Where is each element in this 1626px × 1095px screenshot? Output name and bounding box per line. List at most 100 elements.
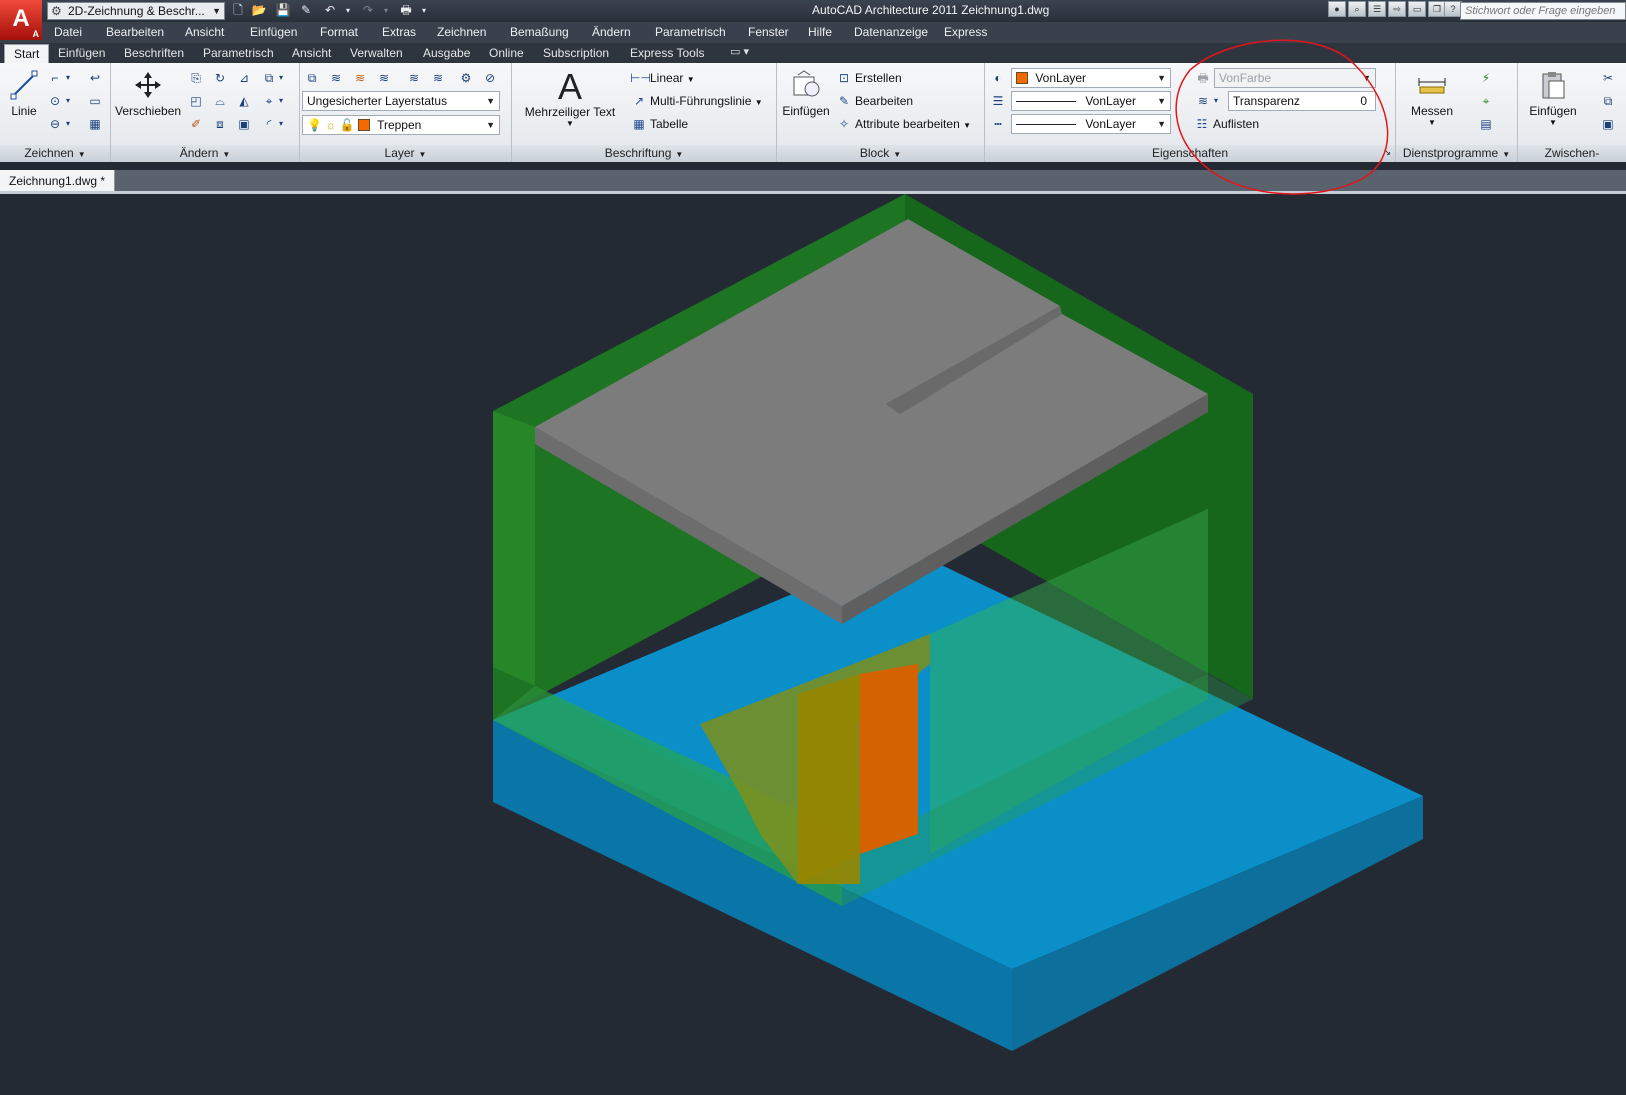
- search-icon[interactable]: ⌕: [1348, 1, 1366, 17]
- panel-title-dienstprogramme[interactable]: Dienstprogramme ▼: [1396, 145, 1517, 162]
- quick-access-dropdown-icon[interactable]: ▾: [416, 3, 432, 18]
- layer-off-icon[interactable]: ≋: [428, 68, 448, 88]
- panel-title-zwischenablage[interactable]: Zwischen-: [1518, 145, 1626, 162]
- dialog-launcher-icon[interactable]: ↘: [1383, 144, 1391, 161]
- panel-title-block[interactable]: Block ▼: [777, 145, 984, 162]
- array-icon[interactable]: ▣: [234, 114, 254, 134]
- tab-parametrisch[interactable]: Parametrisch: [203, 46, 274, 60]
- break-dropdown-icon[interactable]: ▾: [276, 91, 286, 111]
- layer-unlock-icon[interactable]: ⊘: [480, 68, 500, 88]
- save-as-icon[interactable]: ✎: [298, 3, 314, 18]
- help-search-input[interactable]: Stichwort oder Frage eingeben: [1460, 2, 1626, 20]
- transparency-slider[interactable]: Transparenz 0: [1228, 91, 1376, 111]
- favorites-icon[interactable]: ⇨: [1388, 1, 1406, 17]
- layer-state-dropdown[interactable]: Ungesicherter Layerstatus ▼: [302, 91, 500, 111]
- tab-online[interactable]: Online: [489, 46, 524, 60]
- table-button[interactable]: ▦ Tabelle: [630, 114, 688, 134]
- measure-button[interactable]: Messen ▼: [1402, 69, 1462, 127]
- spline-icon[interactable]: ↩: [85, 68, 105, 88]
- fillet-icon[interactable]: ⌓: [210, 91, 230, 111]
- tab-verwalten[interactable]: Verwalten: [350, 46, 403, 60]
- edit-attributes-button[interactable]: ✧ Attribute bearbeiten ▼: [835, 114, 971, 134]
- tab-ansicht[interactable]: Ansicht: [292, 46, 331, 60]
- chamfer-dropdown-icon[interactable]: ▾: [276, 114, 286, 134]
- menu-datenanzeige[interactable]: Datenanzeige: [854, 25, 928, 39]
- ellipse-dropdown-icon[interactable]: ▾: [63, 114, 73, 134]
- menu-format[interactable]: Format: [320, 25, 358, 39]
- rectangle-icon[interactable]: ▭: [85, 91, 105, 111]
- transparency-icon[interactable]: ≋: [1193, 91, 1213, 111]
- new-icon[interactable]: 🗋: [230, 3, 246, 18]
- redo-dropdown-icon[interactable]: ▾: [378, 3, 394, 18]
- ribbon-minimize-toggle[interactable]: ▭ ▾: [730, 45, 749, 58]
- redo-icon[interactable]: ↷: [360, 3, 376, 18]
- cut-icon[interactable]: ✂: [1598, 68, 1618, 88]
- minimize-icon[interactable]: ▭: [1408, 1, 1426, 17]
- calculator-icon[interactable]: ▤: [1476, 114, 1496, 134]
- hatch-icon[interactable]: ▦: [85, 114, 105, 134]
- linetype-dropdown[interactable]: VonLayer ▼: [1011, 114, 1171, 134]
- open-icon[interactable]: 📂: [251, 3, 267, 18]
- stretch-icon[interactable]: ◰: [186, 91, 206, 111]
- undo-dropdown-icon[interactable]: ▾: [340, 3, 356, 18]
- layer-properties-icon[interactable]: ⧉: [302, 68, 322, 88]
- line-button[interactable]: Linie: [6, 69, 42, 118]
- circle-dropdown-icon[interactable]: ▾: [63, 91, 73, 111]
- mirror-icon[interactable]: ◭: [234, 91, 254, 111]
- polyline-icon[interactable]: ⌐: [45, 68, 65, 88]
- scale-icon[interactable]: ⧈: [210, 114, 230, 134]
- record-icon[interactable]: ●: [1328, 1, 1346, 17]
- menu-extras[interactable]: Extras: [382, 25, 416, 39]
- circle-icon[interactable]: ⊙: [45, 91, 65, 111]
- match-properties-icon[interactable]: ◐: [988, 68, 1008, 88]
- move-button[interactable]: Verschieben: [115, 69, 181, 118]
- panel-title-zeichnen[interactable]: Zeichnen ▼: [0, 145, 110, 162]
- lineweight-dropdown[interactable]: VonLayer ▼: [1011, 91, 1171, 111]
- panel-title-aendern[interactable]: Ändern ▼: [111, 145, 299, 162]
- menu-ansicht[interactable]: Ansicht: [185, 25, 224, 39]
- ellipse-icon[interactable]: ⊖: [45, 114, 65, 134]
- color-dropdown[interactable]: VonLayer ▼: [1011, 68, 1171, 88]
- polyline-dropdown-icon[interactable]: ▾: [63, 68, 73, 88]
- workspace-dropdown[interactable]: ⚙ 2D-Zeichnung & Beschr... ▼: [47, 2, 225, 20]
- panel-title-beschriftung[interactable]: Beschriftung ▼: [512, 145, 776, 162]
- block-insert-button[interactable]: Einfügen: [781, 69, 831, 118]
- rotate-icon[interactable]: ↻: [210, 68, 230, 88]
- layer-previous-icon[interactable]: ≋: [350, 68, 370, 88]
- drawing-viewport[interactable]: [0, 194, 1626, 1095]
- mleader-button[interactable]: ↗ Multi-Führungslinie ▼: [630, 91, 763, 111]
- communication-icon[interactable]: ☰: [1368, 1, 1386, 17]
- menu-bemassung[interactable]: Bemaßung: [510, 25, 569, 39]
- tab-ausgabe[interactable]: Ausgabe: [423, 46, 470, 60]
- menu-zeichnen[interactable]: Zeichnen: [437, 25, 486, 39]
- transparency-dropdown-icon[interactable]: ▾: [1211, 91, 1221, 111]
- copy-clipboard-icon[interactable]: ⧉: [1598, 91, 1618, 111]
- plot-icon[interactable]: 🖶: [398, 3, 414, 18]
- undo-icon[interactable]: ↶: [322, 3, 338, 18]
- menu-aendern[interactable]: Ändern: [592, 25, 631, 39]
- paste-button[interactable]: Einfügen ▼: [1522, 69, 1584, 127]
- layer-match-icon[interactable]: ≋: [326, 68, 346, 88]
- panel-title-layer[interactable]: Layer ▼: [300, 145, 511, 162]
- trim-icon[interactable]: ⊿: [234, 68, 254, 88]
- menu-express[interactable]: Express: [944, 25, 987, 39]
- copy-icon[interactable]: ⎘: [186, 68, 206, 88]
- menu-parametrisch[interactable]: Parametrisch: [655, 25, 726, 39]
- current-layer-dropdown[interactable]: 💡 ☼ 🔓 Treppen ▼: [302, 115, 500, 135]
- tab-einfuegen[interactable]: Einfügen: [58, 46, 105, 60]
- save-icon[interactable]: 💾: [275, 3, 291, 18]
- mtext-button[interactable]: A Mehrzeiliger Text ▼: [522, 69, 618, 129]
- tab-beschriften[interactable]: Beschriften: [124, 46, 184, 60]
- tab-express-tools[interactable]: Express Tools: [630, 46, 704, 60]
- explode-icon[interactable]: ✐: [186, 114, 206, 134]
- block-create-button[interactable]: ⊡ Erstellen: [835, 68, 902, 88]
- erase-dropdown-icon[interactable]: ▾: [276, 68, 286, 88]
- document-tab-zeichnung1[interactable]: Zeichnung1.dwg *: [0, 170, 116, 192]
- plotstyle-dropdown[interactable]: VonFarbe ▼: [1214, 68, 1376, 88]
- match-properties-clip-icon[interactable]: ▣: [1598, 114, 1618, 134]
- panel-title-eigenschaften[interactable]: Eigenschaften ↘: [985, 145, 1395, 162]
- menu-hilfe[interactable]: Hilfe: [808, 25, 832, 39]
- block-edit-button[interactable]: ✎ Bearbeiten: [835, 91, 913, 111]
- application-menu-button[interactable]: AA: [0, 0, 42, 40]
- layer-freeze-icon[interactable]: ≋: [404, 68, 424, 88]
